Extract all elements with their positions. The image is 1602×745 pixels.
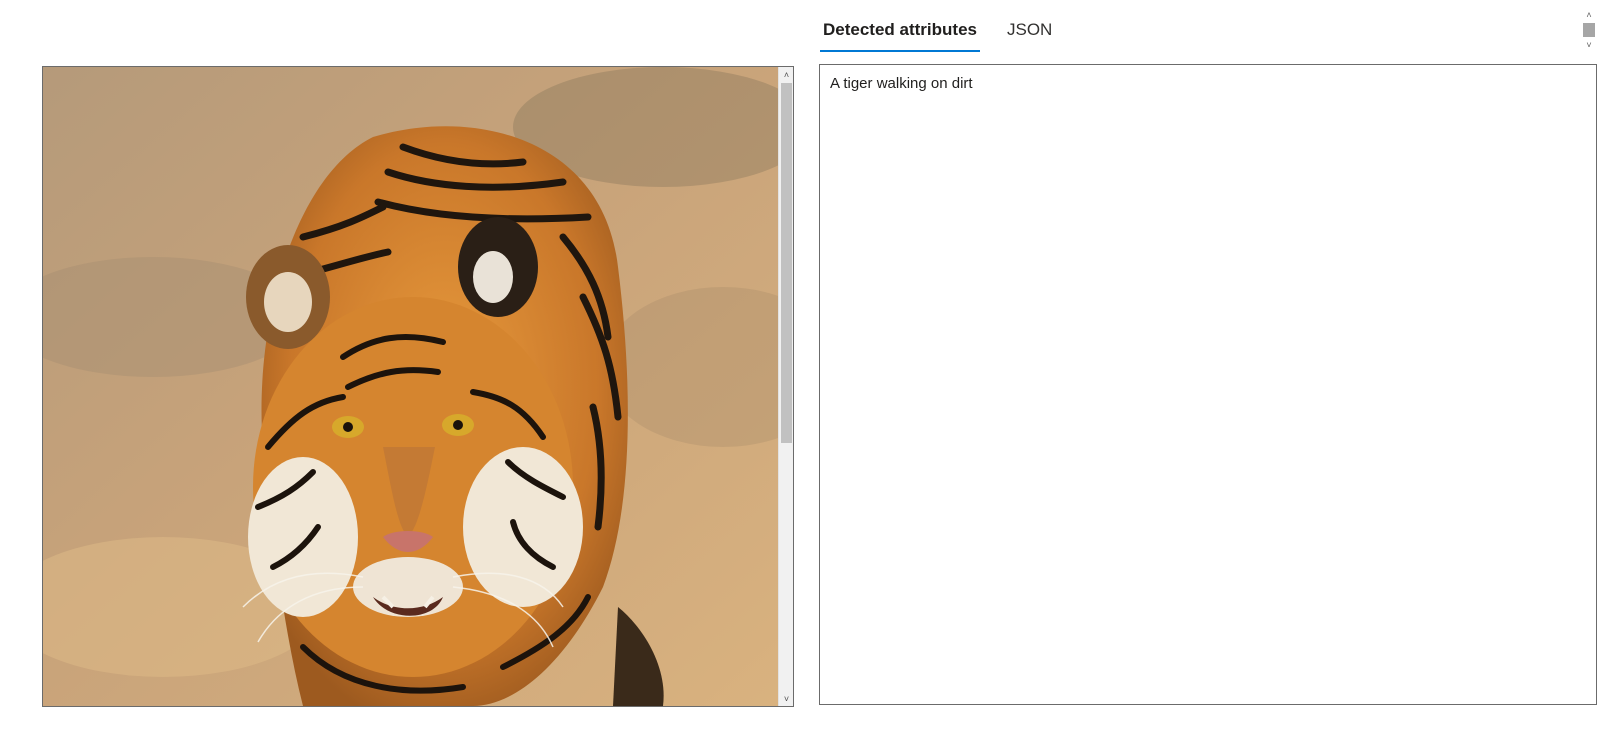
page-scrollbar[interactable]: ˄ ˅ [1582,8,1596,52]
result-tabs: Detected attributes JSON [820,14,1079,54]
image-scroll-thumb[interactable] [781,83,792,443]
tiger-photo [43,67,779,706]
tab-detected-attributes[interactable]: Detected attributes [820,14,980,52]
scroll-down-icon[interactable]: ˅ [1582,38,1596,52]
scroll-up-icon[interactable]: ˄ [779,67,793,82]
image-preview-panel: ˄ ˅ [42,66,794,707]
scroll-up-icon[interactable]: ˄ [1582,8,1596,22]
scroll-down-icon[interactable]: ˅ [779,691,793,706]
tab-json[interactable]: JSON [1004,14,1055,52]
image-scrollbar[interactable]: ˄ ˅ [778,67,793,706]
page-scroll-thumb[interactable] [1583,23,1595,37]
caption-text: A tiger walking on dirt [830,75,973,92]
detected-attributes-panel: A tiger walking on dirt [819,64,1597,705]
